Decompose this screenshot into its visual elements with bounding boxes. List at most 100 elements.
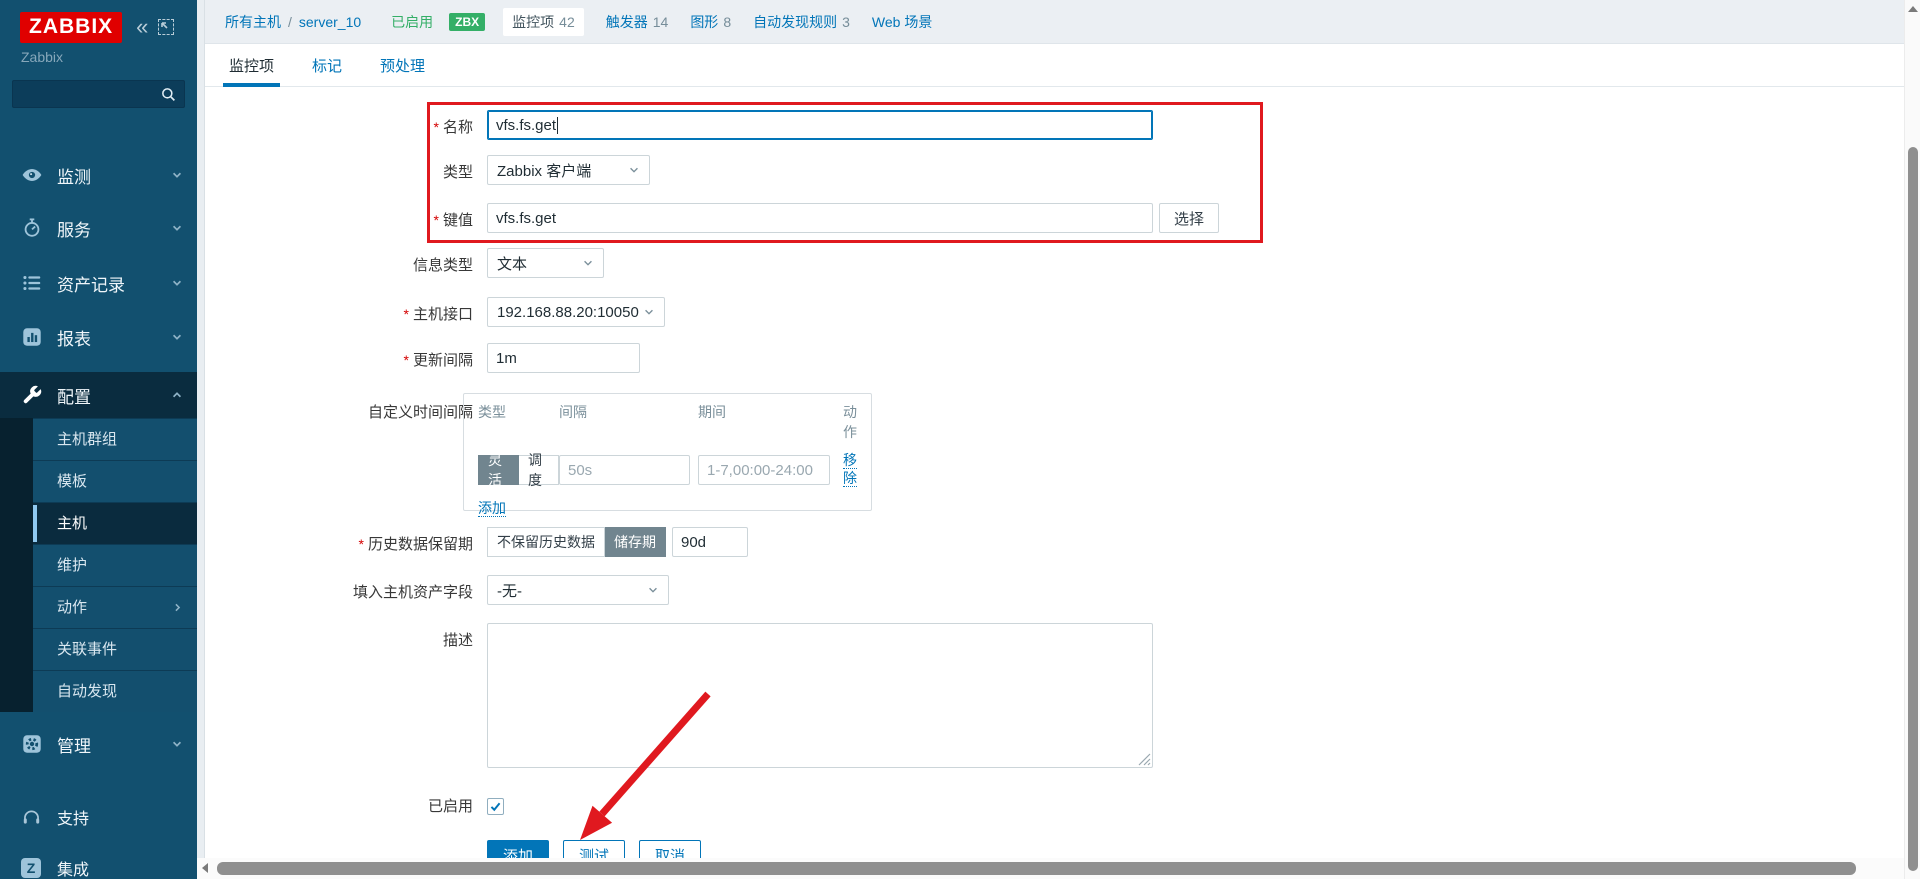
sidebar-item-configuration[interactable]: 配置 [0, 372, 197, 418]
inventory-select-value: -无- [497, 580, 522, 601]
sidebar-item-host-groups[interactable]: 主机群组 [33, 418, 197, 460]
stat-graphs-link[interactable]: 图形 [690, 12, 718, 32]
sidebar-item-label: 报表 [57, 325, 171, 350]
sidebar-item-monitoring[interactable]: 监测 [0, 152, 197, 198]
sidebar-search [12, 80, 185, 108]
add-interval-link[interactable]: 添加 [478, 500, 506, 517]
key-label: *键值 [205, 203, 473, 230]
period-input[interactable]: 1-7,00:00-24:00 [698, 455, 830, 485]
tab-item[interactable]: 监控项 [223, 44, 280, 86]
sidebar-expand-icon[interactable] [158, 19, 174, 35]
sidebar-item-event-correlation[interactable]: 关联事件 [33, 628, 197, 670]
sidebar-item-discovery[interactable]: 自动发现 [33, 670, 197, 712]
enabled-checkbox[interactable] [487, 798, 504, 815]
stat-triggers-link[interactable]: 触发器 [606, 12, 648, 32]
update-interval-value: 1m [496, 350, 517, 367]
stat-discovery-rules-link[interactable]: 自动发现规则 [753, 12, 837, 32]
no-history-button[interactable]: 不保留历史数据 [487, 527, 605, 557]
sidebar-item-maintenance[interactable]: 维护 [33, 544, 197, 586]
update-interval-input[interactable]: 1m [487, 343, 640, 373]
sidebar-item-reports[interactable]: 报表 [0, 314, 197, 360]
sidebar-collapse-icon[interactable]: « [136, 16, 148, 38]
scroll-up-arrow-icon[interactable] [1908, 6, 1918, 12]
form-tabbar: 监控项 标记 预处理 [205, 44, 1904, 87]
sidebar-item-label: 支持 [57, 805, 197, 829]
search-icon[interactable] [160, 86, 177, 103]
key-select-button[interactable]: 选择 [1159, 203, 1219, 233]
sub-item-label: 动作 [57, 599, 87, 616]
sidebar-item-label: 服务 [57, 216, 171, 241]
stat-web-scenarios-link[interactable]: Web 场景 [872, 12, 932, 32]
host-interface-select[interactable]: 192.168.88.20:10050 [487, 297, 665, 327]
sidebar: ZABBIX « Zabbix 监测 服务 资产记录 [0, 0, 197, 879]
chevron-up-icon [171, 389, 183, 401]
scroll-left-arrow-icon[interactable] [202, 863, 208, 873]
host-interface-select-value: 192.168.88.20:10050 [497, 304, 639, 321]
scheduling-button[interactable]: 调度 [519, 455, 559, 485]
sidebar-item-administration[interactable]: 管理 [0, 721, 197, 767]
sidebar-content-divider [197, 0, 205, 879]
type-select[interactable]: Zabbix 客户端 [487, 155, 650, 185]
chevron-down-icon [171, 169, 183, 181]
name-input-value: vfs.fs.get [496, 117, 556, 134]
interval-input[interactable]: 50s [559, 455, 690, 485]
breadcrumb-host[interactable]: server_10 [299, 14, 361, 30]
interval-type-segment: 灵活 调度 [478, 455, 559, 485]
host-nav-header: 所有主机 / server_10 已启用 ZBX 监控项 42 触发器 14 图… [197, 0, 1904, 44]
stat-web-scenarios: Web 场景 [872, 12, 937, 32]
sub-item-label: 自动发现 [57, 683, 117, 700]
search-input[interactable] [13, 87, 160, 102]
sidebar-item-hosts[interactable]: 主机 [33, 502, 197, 544]
history-value-input[interactable]: 90d [672, 527, 748, 557]
inventory-label: 填入主机资产字段 [205, 575, 473, 602]
check-icon [489, 800, 502, 813]
eye-icon [21, 164, 43, 186]
stat-triggers-count: 14 [653, 14, 669, 30]
horizontal-scrollbar-thumb[interactable] [217, 862, 1856, 875]
chevron-down-icon [643, 306, 655, 318]
col-interval-header: 间隔 [559, 402, 698, 442]
horizontal-scrollbar[interactable] [197, 858, 1904, 879]
flexible-button[interactable]: 灵活 [478, 455, 519, 485]
remove-interval-link[interactable]: 移除 [843, 452, 857, 487]
sidebar-item-inventory[interactable]: 资产记录 [0, 260, 197, 306]
zabbix-logo[interactable]: ZABBIX [20, 12, 122, 43]
sidebar-item-support[interactable]: 支持 [0, 795, 197, 839]
key-input-value: vfs.fs.get [496, 210, 556, 227]
sidebar-item-integrations[interactable]: Z 集成 [0, 846, 197, 890]
key-input[interactable]: vfs.fs.get [487, 203, 1153, 233]
breadcrumb-separator: / [288, 14, 292, 30]
vertical-scrollbar[interactable] [1904, 0, 1920, 879]
tab-label: 预处理 [380, 55, 425, 76]
stat-discovery-rules-count: 3 [842, 14, 850, 30]
logo-row: ZABBIX « [20, 12, 174, 42]
chevron-right-icon [172, 602, 183, 613]
breadcrumb-all-hosts[interactable]: 所有主机 [225, 12, 281, 32]
sidebar-item-actions[interactable]: 动作 [33, 586, 197, 628]
stat-graphs: 图形 8 [690, 12, 731, 32]
expand-arrow-icon [160, 21, 172, 33]
headset-icon [21, 807, 43, 828]
chevron-down-icon [582, 257, 594, 269]
sidebar-item-label: 配置 [57, 383, 171, 408]
row-inventory: 填入主机资产字段 -无- [205, 575, 669, 605]
inventory-select[interactable]: -无- [487, 575, 669, 605]
tab-tags[interactable]: 标记 [306, 44, 348, 86]
value-type-select[interactable]: 文本 [487, 248, 604, 278]
sidebar-item-templates[interactable]: 模板 [33, 460, 197, 502]
storage-period-button[interactable]: 储存期 [605, 527, 666, 557]
vertical-scrollbar-thumb[interactable] [1908, 147, 1918, 871]
row-name: *名称 vfs.fs.get [205, 110, 1153, 140]
chevron-down-icon [628, 164, 640, 176]
sidebar-item-services[interactable]: 服务 [0, 205, 197, 251]
tab-preprocessing[interactable]: 预处理 [374, 44, 431, 86]
configuration-submenu: 主机群组 模板 主机 维护 动作 关联事件 自动发现 [0, 418, 197, 712]
stopwatch-icon [21, 217, 43, 239]
row-host-interface: *主机接口 192.168.88.20:10050 [205, 297, 665, 327]
name-input[interactable]: vfs.fs.get [487, 110, 1153, 140]
stat-items-count: 42 [559, 14, 575, 30]
resize-grip-icon[interactable] [1138, 753, 1151, 766]
custom-intervals-label: 自定义时间间隔 [205, 393, 473, 422]
description-textarea[interactable] [487, 623, 1153, 768]
interval-placeholder: 50s [568, 462, 592, 479]
